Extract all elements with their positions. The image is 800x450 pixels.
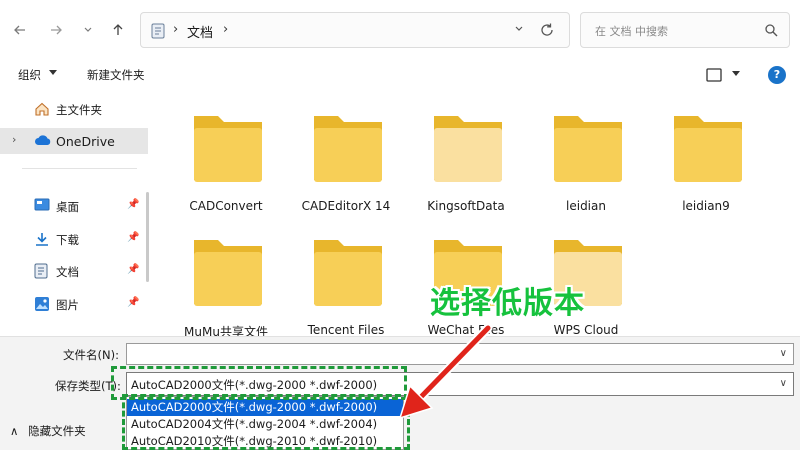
folder-icon: [314, 240, 382, 306]
sidebar-item-desktop[interactable]: 桌面 📌: [0, 193, 148, 219]
arrow-right-icon: [51, 25, 62, 35]
view-options-icon[interactable]: [706, 68, 722, 82]
folder-name: leidian: [566, 199, 606, 213]
back-button[interactable]: [8, 16, 32, 44]
folder-item[interactable]: KingsoftData: [406, 92, 526, 213]
folder-item[interactable]: leidian: [526, 92, 646, 213]
chevron-down-icon[interactable]: ∨: [780, 348, 787, 359]
search-icon: [765, 24, 778, 37]
hide-folders-label: 隐藏文件夹: [28, 424, 86, 438]
sidebar-item-label: 文档: [56, 265, 79, 279]
folder-icon: [194, 240, 262, 306]
forward-button[interactable]: [44, 16, 68, 44]
cloud-icon: [35, 135, 51, 145]
folder-item[interactable]: MuMu共享文件: [166, 216, 286, 339]
annotation-label: 选择低版本: [430, 286, 585, 321]
folder-icon: [434, 116, 502, 182]
pin-icon[interactable]: 📌: [127, 297, 139, 308]
chevron-down-icon[interactable]: [513, 23, 525, 35]
caret-down-icon[interactable]: [731, 70, 741, 78]
caret-down-icon[interactable]: [48, 69, 58, 77]
sidebar-item-label: OneDrive: [56, 134, 115, 149]
folder-name: Tencent Files: [307, 323, 385, 337]
sidebar-item-label: 桌面: [56, 200, 79, 214]
folder-name: leidian9: [682, 199, 730, 213]
new-folder-button[interactable]: 新建文件夹: [87, 67, 145, 83]
help-button[interactable]: ?: [768, 66, 786, 84]
folder-icon: [314, 116, 382, 182]
search-placeholder: 在 文档 中搜索: [595, 25, 668, 38]
refresh-icon[interactable]: [539, 22, 555, 38]
sidebar-scrollbar[interactable]: [146, 192, 149, 282]
document-icon: [34, 263, 48, 279]
sidebar-item-home[interactable]: 主文件夹: [0, 96, 148, 122]
folder-item[interactable]: CADConvert: [166, 92, 286, 213]
address-bar[interactable]: › 文档 ›: [140, 12, 570, 48]
breadcrumb-separator: ›: [173, 22, 179, 37]
command-bar: 组织 新建文件夹 ?: [0, 60, 800, 90]
navigation-pane: 主文件夹 › OneDrive 桌面 📌 下载 📌 文档 📌 图片 📌: [0, 92, 150, 332]
annotation-highlight-box: [122, 394, 410, 450]
folder-icon: [674, 116, 742, 182]
hide-folders-button[interactable]: ∧ 隐藏文件夹: [10, 423, 86, 439]
pin-icon[interactable]: 📌: [127, 264, 139, 275]
arrow-up-icon: [113, 24, 123, 35]
folder-item[interactable]: CADEditorX 14: [286, 92, 406, 213]
sidebar-item-documents[interactable]: 文档 📌: [0, 258, 148, 284]
filename-label: 文件名(N):: [63, 348, 119, 362]
breadcrumb-separator[interactable]: ›: [223, 22, 228, 37]
sidebar-item-onedrive[interactable]: › OneDrive: [0, 128, 148, 154]
document-icon: [151, 23, 165, 39]
arrow-left-icon: [14, 25, 25, 35]
folder-name: CADConvert: [189, 199, 263, 213]
sidebar-divider: [22, 168, 137, 169]
folder-item[interactable]: Tencent Files: [286, 216, 406, 337]
desktop-icon: [34, 198, 50, 211]
pin-icon[interactable]: 📌: [127, 232, 139, 243]
folder-item[interactable]: leidian9: [646, 92, 766, 213]
annotation-arrow-icon: [398, 323, 493, 420]
download-icon: [36, 233, 48, 246]
folder-name: KingsoftData: [427, 199, 505, 213]
home-icon: [35, 102, 49, 116]
sidebar-item-label: 图片: [56, 298, 79, 312]
breadcrumb-documents[interactable]: 文档: [187, 22, 213, 41]
sidebar-item-label: 下载: [56, 233, 79, 247]
search-input[interactable]: 在 文档 中搜索: [580, 12, 790, 48]
chevron-down-icon[interactable]: ∨: [780, 378, 787, 389]
folder-icon: [554, 116, 622, 182]
sidebar-item-label: 主文件夹: [56, 103, 102, 117]
sidebar-item-pictures[interactable]: 图片 📌: [0, 291, 148, 317]
pictures-icon: [35, 297, 49, 311]
organize-button[interactable]: 组织: [18, 67, 41, 83]
recent-locations-button[interactable]: [76, 16, 100, 44]
navigation-bar: › 文档 › 在 文档 中搜索: [0, 0, 800, 60]
up-button[interactable]: [106, 16, 130, 44]
folder-name: WPS Cloud: [553, 323, 619, 337]
chevron-up-icon: ∧: [10, 424, 19, 438]
pin-icon[interactable]: 📌: [127, 199, 139, 210]
folder-icon: [194, 116, 262, 182]
sidebar-item-downloads[interactable]: 下载 📌: [0, 226, 148, 252]
folder-name: CADEditorX 14: [301, 199, 391, 213]
expand-chevron-icon[interactable]: ›: [12, 133, 16, 146]
chevron-down-icon: [84, 27, 92, 32]
